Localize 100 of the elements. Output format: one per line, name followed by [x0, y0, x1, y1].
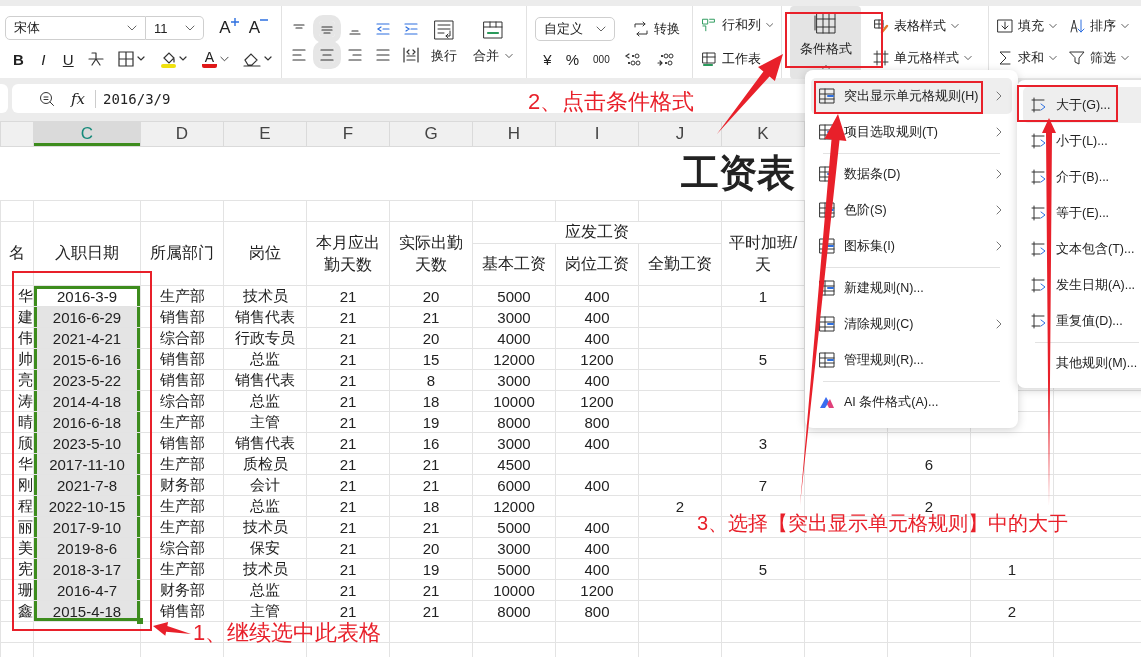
table-cell: 3000: [497, 539, 531, 557]
sort-button[interactable]: 排序: [1069, 17, 1129, 35]
fill-handle[interactable]: [137, 618, 143, 624]
text-style-button[interactable]: I: [37, 50, 49, 68]
menu-item[interactable]: 发生日期(A)...: [1023, 267, 1141, 303]
menu-item[interactable]: 管理规则(R)...: [811, 342, 1012, 378]
merge-cells-button[interactable]: 合并: [469, 19, 518, 65]
table-cell: 21: [422, 602, 440, 620]
table-cell: 珊: [18, 580, 33, 598]
percent-button[interactable]: %: [565, 50, 580, 68]
distributed-align-icon[interactable]: [403, 47, 420, 63]
text-style-button[interactable]: B: [13, 50, 24, 68]
table-cell: 12000: [493, 497, 535, 515]
table-cell: 4000: [497, 329, 531, 347]
cell-style-button[interactable]: 单元格样式: [873, 49, 972, 67]
font-color-button[interactable]: A: [201, 50, 229, 68]
table-cell: 3000: [497, 371, 531, 389]
strikethrough-icon[interactable]: [87, 51, 104, 67]
table-cell: 21: [339, 581, 357, 599]
caret-icon: [1121, 23, 1129, 29]
justify-icon[interactable]: [375, 47, 392, 63]
table-cell: 2015-4-18: [52, 602, 122, 620]
sort-icon: [1069, 18, 1085, 34]
table-cell: 销售部: [159, 349, 205, 367]
increase-decimal-icon[interactable]: [623, 51, 642, 67]
column-header[interactable]: G: [389, 121, 473, 147]
menu-item[interactable]: 等于(E)...: [1023, 195, 1141, 231]
function-label[interactable]: fx: [71, 89, 96, 108]
table-cell: 21: [339, 371, 357, 389]
increase-indent-icon[interactable]: [403, 21, 420, 37]
menu-item[interactable]: AI 条件格式(A)...: [811, 384, 1012, 420]
table-cell: 21: [339, 602, 357, 620]
annotation-text: 2、点击条件格式: [528, 88, 695, 116]
rows-columns-button[interactable]: 行和列: [701, 16, 774, 34]
table-cell: 综合部: [159, 391, 205, 409]
currency-button[interactable]: ¥: [543, 50, 552, 68]
menu-item[interactable]: 其他规则(M)...: [1023, 345, 1141, 381]
text-style-button[interactable]: U: [62, 50, 74, 68]
column-header[interactable]: E: [223, 121, 307, 147]
align-right-icon[interactable]: [347, 47, 364, 63]
table-style-button[interactable]: 表格样式: [873, 17, 972, 35]
fill-button[interactable]: 填充: [997, 17, 1057, 35]
menu-item[interactable]: 大于(G)...: [1023, 87, 1141, 123]
table-header: 应发工资: [565, 223, 629, 240]
rule-icon: [1031, 97, 1047, 113]
fill-color-icon[interactable]: [159, 50, 188, 68]
eraser-icon[interactable]: [243, 51, 273, 67]
column-header[interactable]: J: [638, 121, 722, 147]
thousands-separator-button[interactable]: 000: [593, 53, 610, 65]
table-cell: 2018-3-17: [52, 560, 122, 578]
zoom-icon[interactable]: [39, 90, 55, 107]
arrow: [153, 622, 191, 636]
table-cell: 主管: [250, 601, 280, 619]
column-header[interactable]: I: [555, 121, 639, 147]
table-cell: 21: [339, 308, 357, 326]
number-format-select[interactable]: 自定义: [535, 16, 616, 41]
table-cell: 6000: [497, 476, 531, 494]
table-cell: 财务部: [159, 475, 205, 493]
sum-button[interactable]: 求和: [997, 49, 1057, 67]
table-cell: 21: [339, 434, 357, 452]
wrap-text-button[interactable]: 换行: [431, 19, 458, 65]
table-cell: 生产部: [159, 559, 205, 577]
align-left-icon[interactable]: [291, 47, 308, 63]
plus-icon: [230, 18, 239, 26]
table-cell: 400: [584, 287, 610, 305]
table-cell: 2015-6-16: [52, 350, 122, 368]
table-cell: 销售代表: [235, 307, 295, 325]
cell-icon: [873, 50, 889, 66]
table-cell: 8: [426, 371, 436, 389]
worksheet-button[interactable]: 工作表: [701, 50, 774, 68]
caret-icon: [596, 25, 607, 32]
table-header: 入职日期: [55, 244, 119, 261]
sigma-icon: [997, 50, 1013, 66]
column-header[interactable]: H: [472, 121, 556, 147]
table-cell: 2021-4-21: [52, 329, 122, 347]
decrease-decimal-icon[interactable]: [655, 51, 674, 67]
menu-item[interactable]: 清除规则(C): [811, 306, 1012, 342]
font-size-select[interactable]: 11: [146, 16, 205, 40]
font-family-select[interactable]: 宋体: [5, 16, 146, 40]
table-cell: 总监: [250, 349, 280, 367]
table-cell: 8000: [497, 602, 531, 620]
borders-icon[interactable]: [117, 51, 146, 67]
rule-icon: [1031, 241, 1047, 257]
menu-item[interactable]: 小于(L)...: [1023, 123, 1141, 159]
menu-item[interactable]: 重复值(D)...: [1023, 303, 1141, 339]
decrease-indent-icon[interactable]: [375, 21, 392, 37]
column-header[interactable]: D: [140, 121, 224, 147]
shrink-font-button[interactable]: A: [248, 18, 268, 38]
menu-item[interactable]: 文本包含(T)...: [1023, 231, 1141, 267]
menu-item[interactable]: 介于(B)...: [1023, 159, 1141, 195]
table-cell: 20: [422, 287, 440, 305]
column-header[interactable]: F: [306, 121, 390, 147]
table-cell: 21: [339, 539, 357, 557]
grow-font-button[interactable]: A: [219, 18, 239, 38]
convert-button[interactable]: 转换: [633, 19, 681, 38]
table-cell: 6: [924, 455, 934, 473]
column-header[interactable]: K: [721, 121, 805, 147]
table-cell: 21: [422, 308, 440, 326]
filter-button[interactable]: 筛选: [1069, 49, 1129, 67]
table-cell: 技术员: [242, 517, 288, 535]
